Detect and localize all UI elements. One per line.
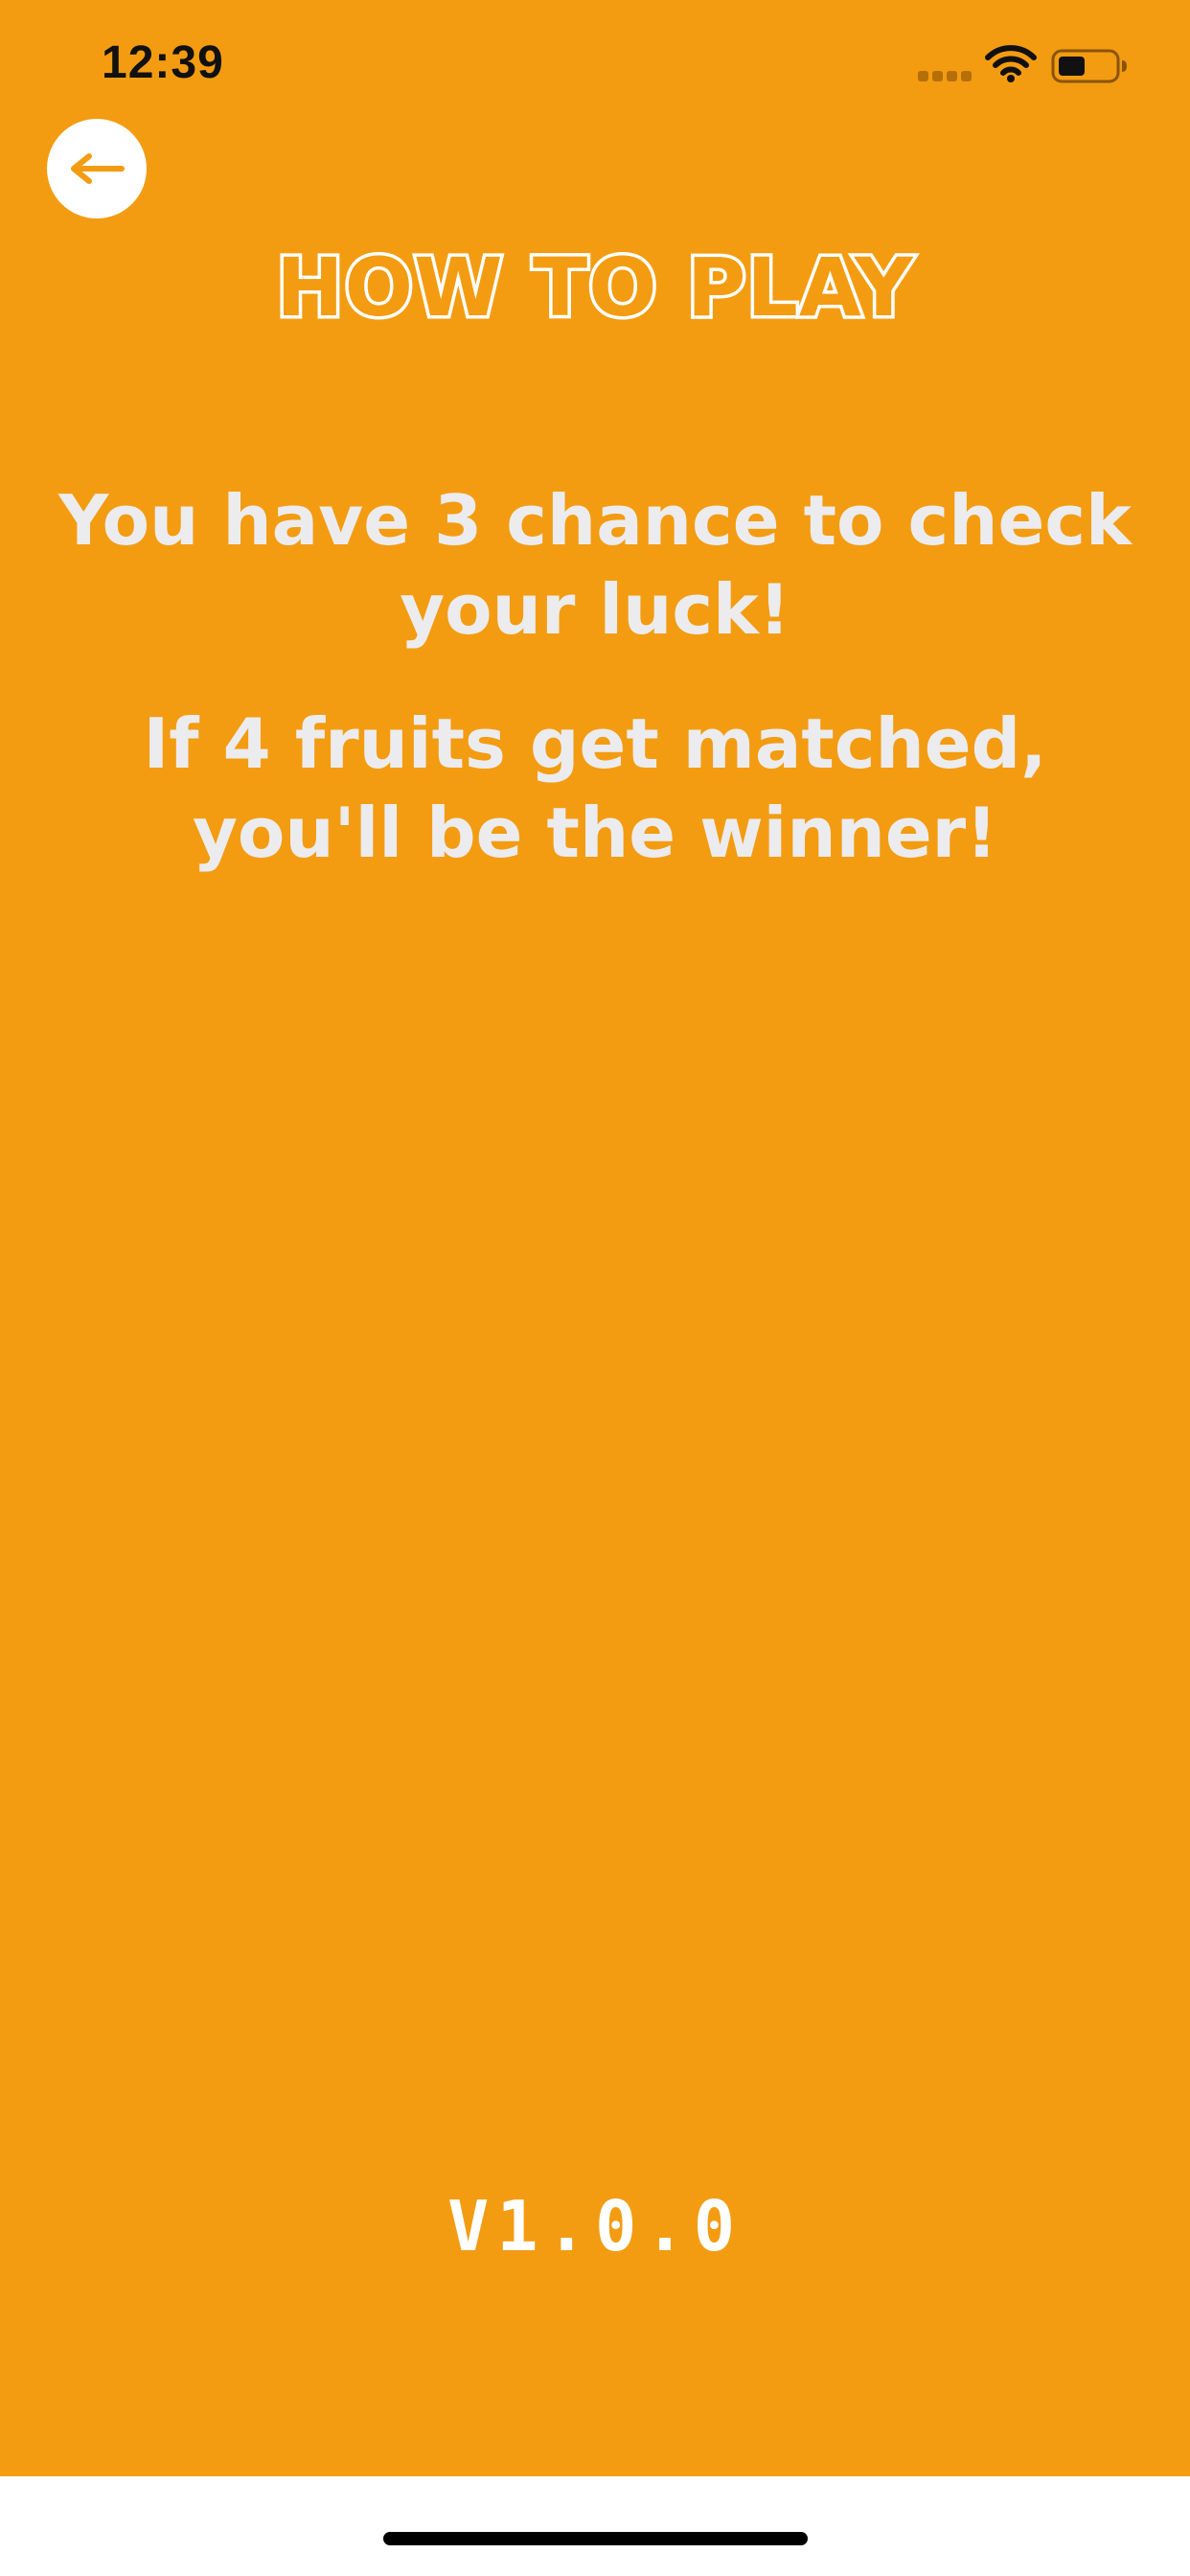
instruction-text: You have 3 chance to check your luck! bbox=[58, 480, 1132, 650]
battery-icon bbox=[1051, 49, 1127, 83]
version-label: V1.0.0 bbox=[446, 2186, 744, 2266]
instruction-text: If 4 fruits get matched, you'll be the w… bbox=[143, 703, 1047, 873]
cellular-signal-icon bbox=[918, 71, 973, 82]
arrow-left-icon bbox=[71, 153, 125, 184]
main-area: 12:39 HOW TO PLAY You have 3 chance to c… bbox=[0, 0, 1190, 2476]
status-time: 12:39 bbox=[102, 37, 224, 88]
home-indicator[interactable] bbox=[383, 2532, 808, 2545]
how-to-play-screen: 12:39 HOW TO PLAY You have 3 chance to c… bbox=[0, 0, 1190, 2576]
wifi-icon bbox=[985, 45, 1037, 82]
back-button[interactable] bbox=[47, 119, 147, 218]
page-title: HOW TO PLAY bbox=[273, 238, 916, 338]
home-indicator-area bbox=[0, 2476, 1190, 2576]
